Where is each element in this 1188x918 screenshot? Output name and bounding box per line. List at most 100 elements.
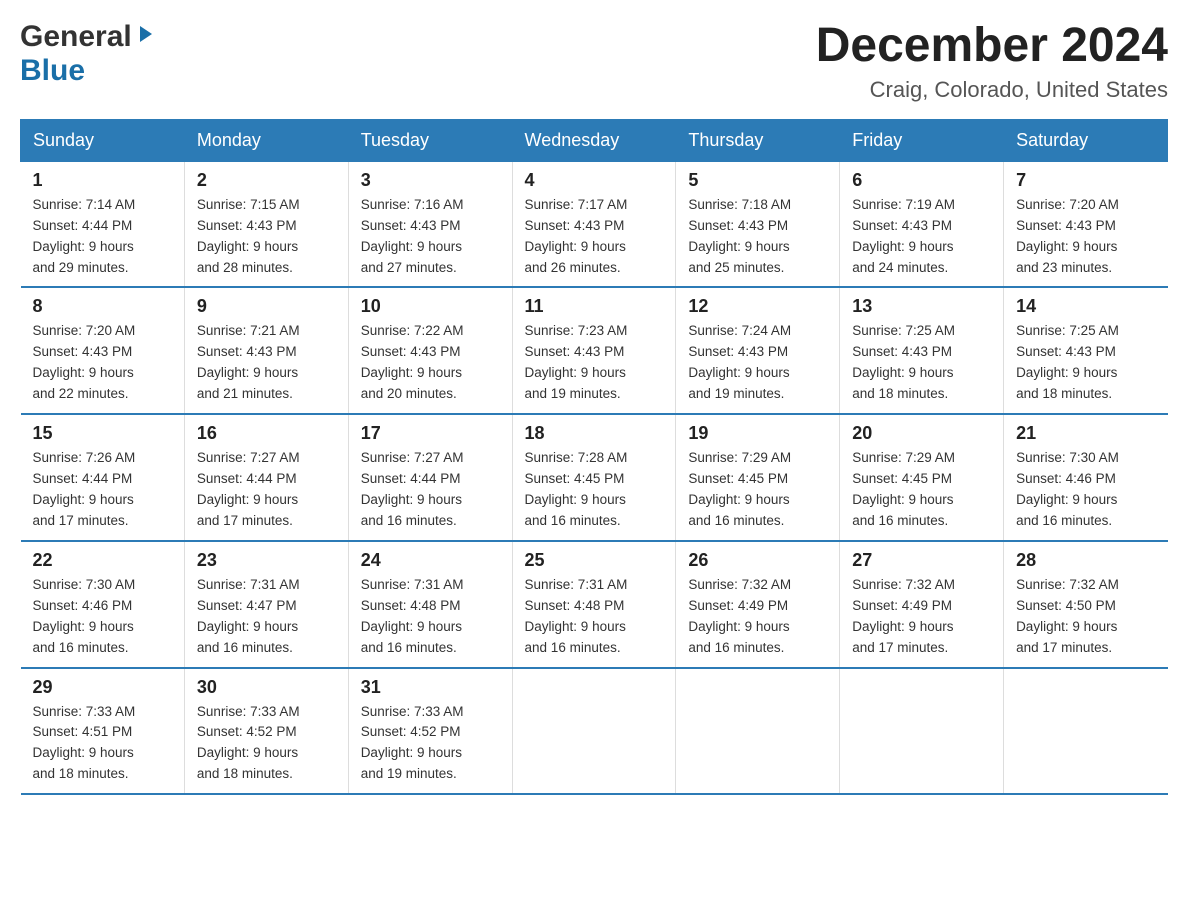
day-number: 14 xyxy=(1016,296,1155,317)
day-info: Sunrise: 7:26 AM Sunset: 4:44 PM Dayligh… xyxy=(33,448,172,532)
day-number: 27 xyxy=(852,550,991,571)
calendar-cell xyxy=(840,668,1004,795)
day-number: 24 xyxy=(361,550,500,571)
day-info: Sunrise: 7:25 AM Sunset: 4:43 PM Dayligh… xyxy=(1016,321,1155,405)
day-number: 17 xyxy=(361,423,500,444)
day-number: 13 xyxy=(852,296,991,317)
calendar-cell: 18 Sunrise: 7:28 AM Sunset: 4:45 PM Dayl… xyxy=(512,414,676,541)
day-number: 25 xyxy=(525,550,664,571)
day-info: Sunrise: 7:32 AM Sunset: 4:49 PM Dayligh… xyxy=(852,575,991,659)
calendar-cell: 25 Sunrise: 7:31 AM Sunset: 4:48 PM Dayl… xyxy=(512,541,676,668)
day-info: Sunrise: 7:32 AM Sunset: 4:50 PM Dayligh… xyxy=(1016,575,1155,659)
logo-arrow-icon xyxy=(136,24,156,49)
day-number: 21 xyxy=(1016,423,1155,444)
day-number: 15 xyxy=(33,423,172,444)
calendar-cell: 14 Sunrise: 7:25 AM Sunset: 4:43 PM Dayl… xyxy=(1004,287,1168,414)
calendar-cell: 16 Sunrise: 7:27 AM Sunset: 4:44 PM Dayl… xyxy=(184,414,348,541)
calendar-cell xyxy=(1004,668,1168,795)
day-info: Sunrise: 7:33 AM Sunset: 4:51 PM Dayligh… xyxy=(33,702,172,786)
calendar-cell: 23 Sunrise: 7:31 AM Sunset: 4:47 PM Dayl… xyxy=(184,541,348,668)
header-friday: Friday xyxy=(840,119,1004,161)
day-info: Sunrise: 7:27 AM Sunset: 4:44 PM Dayligh… xyxy=(197,448,336,532)
header-monday: Monday xyxy=(184,119,348,161)
day-number: 11 xyxy=(525,296,664,317)
calendar-cell: 3 Sunrise: 7:16 AM Sunset: 4:43 PM Dayli… xyxy=(348,161,512,287)
day-info: Sunrise: 7:27 AM Sunset: 4:44 PM Dayligh… xyxy=(361,448,500,532)
day-number: 3 xyxy=(361,170,500,191)
calendar-cell: 10 Sunrise: 7:22 AM Sunset: 4:43 PM Dayl… xyxy=(348,287,512,414)
calendar-cell: 2 Sunrise: 7:15 AM Sunset: 4:43 PM Dayli… xyxy=(184,161,348,287)
calendar-cell: 8 Sunrise: 7:20 AM Sunset: 4:43 PM Dayli… xyxy=(21,287,185,414)
day-info: Sunrise: 7:29 AM Sunset: 4:45 PM Dayligh… xyxy=(852,448,991,532)
day-number: 4 xyxy=(525,170,664,191)
day-info: Sunrise: 7:33 AM Sunset: 4:52 PM Dayligh… xyxy=(361,702,500,786)
day-info: Sunrise: 7:30 AM Sunset: 4:46 PM Dayligh… xyxy=(33,575,172,659)
day-info: Sunrise: 7:20 AM Sunset: 4:43 PM Dayligh… xyxy=(1016,195,1155,279)
day-number: 30 xyxy=(197,677,336,698)
day-number: 7 xyxy=(1016,170,1155,191)
day-info: Sunrise: 7:21 AM Sunset: 4:43 PM Dayligh… xyxy=(197,321,336,405)
day-number: 20 xyxy=(852,423,991,444)
day-info: Sunrise: 7:29 AM Sunset: 4:45 PM Dayligh… xyxy=(688,448,827,532)
logo-general-text: General xyxy=(20,20,132,54)
day-number: 6 xyxy=(852,170,991,191)
day-number: 23 xyxy=(197,550,336,571)
calendar-cell: 7 Sunrise: 7:20 AM Sunset: 4:43 PM Dayli… xyxy=(1004,161,1168,287)
day-info: Sunrise: 7:28 AM Sunset: 4:45 PM Dayligh… xyxy=(525,448,664,532)
calendar-week-row: 8 Sunrise: 7:20 AM Sunset: 4:43 PM Dayli… xyxy=(21,287,1168,414)
day-number: 29 xyxy=(33,677,172,698)
day-info: Sunrise: 7:31 AM Sunset: 4:48 PM Dayligh… xyxy=(525,575,664,659)
calendar-cell: 29 Sunrise: 7:33 AM Sunset: 4:51 PM Dayl… xyxy=(21,668,185,795)
day-info: Sunrise: 7:19 AM Sunset: 4:43 PM Dayligh… xyxy=(852,195,991,279)
calendar-cell: 17 Sunrise: 7:27 AM Sunset: 4:44 PM Dayl… xyxy=(348,414,512,541)
calendar-cell: 11 Sunrise: 7:23 AM Sunset: 4:43 PM Dayl… xyxy=(512,287,676,414)
header-wednesday: Wednesday xyxy=(512,119,676,161)
day-number: 9 xyxy=(197,296,336,317)
calendar-cell: 6 Sunrise: 7:19 AM Sunset: 4:43 PM Dayli… xyxy=(840,161,1004,287)
day-info: Sunrise: 7:25 AM Sunset: 4:43 PM Dayligh… xyxy=(852,321,991,405)
calendar-cell: 4 Sunrise: 7:17 AM Sunset: 4:43 PM Dayli… xyxy=(512,161,676,287)
calendar-cell xyxy=(676,668,840,795)
day-info: Sunrise: 7:14 AM Sunset: 4:44 PM Dayligh… xyxy=(33,195,172,279)
day-number: 26 xyxy=(688,550,827,571)
calendar-cell: 12 Sunrise: 7:24 AM Sunset: 4:43 PM Dayl… xyxy=(676,287,840,414)
location-title: Craig, Colorado, United States xyxy=(816,77,1168,103)
day-number: 19 xyxy=(688,423,827,444)
day-info: Sunrise: 7:24 AM Sunset: 4:43 PM Dayligh… xyxy=(688,321,827,405)
calendar-cell: 22 Sunrise: 7:30 AM Sunset: 4:46 PM Dayl… xyxy=(21,541,185,668)
month-title: December 2024 xyxy=(816,20,1168,73)
calendar-cell: 20 Sunrise: 7:29 AM Sunset: 4:45 PM Dayl… xyxy=(840,414,1004,541)
calendar-cell: 19 Sunrise: 7:29 AM Sunset: 4:45 PM Dayl… xyxy=(676,414,840,541)
calendar-cell: 15 Sunrise: 7:26 AM Sunset: 4:44 PM Dayl… xyxy=(21,414,185,541)
calendar-cell: 13 Sunrise: 7:25 AM Sunset: 4:43 PM Dayl… xyxy=(840,287,1004,414)
calendar-cell xyxy=(512,668,676,795)
calendar-cell: 21 Sunrise: 7:30 AM Sunset: 4:46 PM Dayl… xyxy=(1004,414,1168,541)
header-thursday: Thursday xyxy=(676,119,840,161)
day-number: 18 xyxy=(525,423,664,444)
day-number: 22 xyxy=(33,550,172,571)
day-number: 5 xyxy=(688,170,827,191)
day-info: Sunrise: 7:30 AM Sunset: 4:46 PM Dayligh… xyxy=(1016,448,1155,532)
header-tuesday: Tuesday xyxy=(348,119,512,161)
day-info: Sunrise: 7:22 AM Sunset: 4:43 PM Dayligh… xyxy=(361,321,500,405)
calendar-cell: 9 Sunrise: 7:21 AM Sunset: 4:43 PM Dayli… xyxy=(184,287,348,414)
day-info: Sunrise: 7:17 AM Sunset: 4:43 PM Dayligh… xyxy=(525,195,664,279)
calendar-cell: 31 Sunrise: 7:33 AM Sunset: 4:52 PM Dayl… xyxy=(348,668,512,795)
day-info: Sunrise: 7:23 AM Sunset: 4:43 PM Dayligh… xyxy=(525,321,664,405)
day-info: Sunrise: 7:32 AM Sunset: 4:49 PM Dayligh… xyxy=(688,575,827,659)
day-number: 16 xyxy=(197,423,336,444)
calendar-cell: 28 Sunrise: 7:32 AM Sunset: 4:50 PM Dayl… xyxy=(1004,541,1168,668)
calendar-cell: 1 Sunrise: 7:14 AM Sunset: 4:44 PM Dayli… xyxy=(21,161,185,287)
day-number: 2 xyxy=(197,170,336,191)
title-area: December 2024 Craig, Colorado, United St… xyxy=(816,20,1168,103)
day-number: 31 xyxy=(361,677,500,698)
calendar-cell: 24 Sunrise: 7:31 AM Sunset: 4:48 PM Dayl… xyxy=(348,541,512,668)
calendar-table: Sunday Monday Tuesday Wednesday Thursday… xyxy=(20,119,1168,795)
calendar-week-row: 15 Sunrise: 7:26 AM Sunset: 4:44 PM Dayl… xyxy=(21,414,1168,541)
day-number: 12 xyxy=(688,296,827,317)
calendar-cell: 26 Sunrise: 7:32 AM Sunset: 4:49 PM Dayl… xyxy=(676,541,840,668)
page-header: General Blue December 2024 Craig, Colora… xyxy=(20,20,1168,103)
logo: General Blue xyxy=(20,20,156,88)
header-sunday: Sunday xyxy=(21,119,185,161)
calendar-cell: 5 Sunrise: 7:18 AM Sunset: 4:43 PM Dayli… xyxy=(676,161,840,287)
